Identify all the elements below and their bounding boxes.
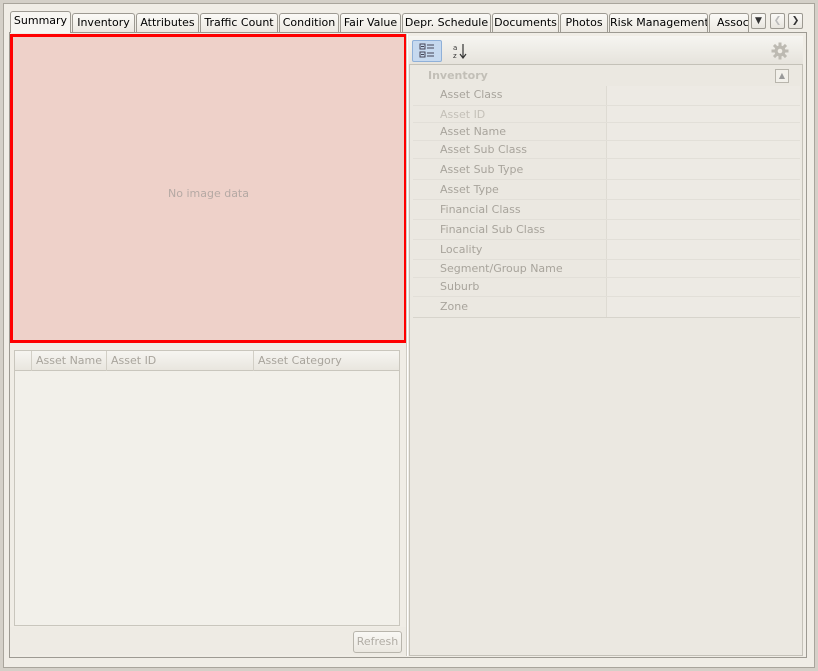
refresh-button[interactable]: Refresh	[353, 631, 402, 653]
property-row[interactable]: Asset Class	[413, 86, 800, 106]
tab-summary[interactable]: Summary	[10, 11, 71, 33]
chevron-down-icon: ▼	[755, 16, 762, 26]
gear-icon	[771, 42, 789, 60]
property-row[interactable]: Suburb	[413, 278, 800, 297]
property-list-bottom-border	[413, 317, 800, 318]
categorized-view-button[interactable]	[412, 40, 442, 62]
property-row[interactable]: Financial Class	[413, 200, 800, 220]
property-label: Suburb	[440, 280, 480, 293]
property-row[interactable]: Segment/Group Name	[413, 260, 800, 278]
asset-grid[interactable]: Asset Name Asset ID Asset Category	[14, 350, 400, 626]
property-value[interactable]	[606, 200, 800, 219]
property-row[interactable]: Asset Sub Type	[413, 159, 800, 180]
property-row[interactable]: Zone	[413, 297, 800, 317]
property-row[interactable]: Asset Type	[413, 180, 800, 200]
collapse-up-icon: ▲	[778, 71, 786, 80]
property-label: Asset Name	[440, 125, 507, 138]
tab-risk-management[interactable]: Risk Management	[609, 13, 708, 32]
tab-scroll-left[interactable]: ❮	[770, 13, 785, 29]
left-footer	[10, 627, 406, 655]
column-asset-name[interactable]: Asset Name	[32, 351, 107, 371]
property-value[interactable]	[606, 106, 800, 122]
property-value[interactable]	[606, 297, 800, 317]
tab-depr-schedule[interactable]: Depr. Schedule	[402, 13, 491, 32]
grid-header: Asset Name Asset ID Asset Category	[15, 351, 399, 371]
property-label: Asset Sub Class	[440, 143, 527, 156]
property-label: Asset Sub Type	[440, 163, 524, 176]
no-image-text: No image data	[168, 187, 249, 200]
property-label: Segment/Group Name	[440, 262, 563, 275]
column-asset-category[interactable]: Asset Category	[254, 351, 399, 371]
tab-scroll-right[interactable]: ❯	[788, 13, 803, 29]
tab-fair-value[interactable]: Fair Value	[340, 13, 401, 32]
property-value[interactable]	[606, 278, 800, 296]
property-label: Financial Sub Class	[440, 223, 546, 236]
tab-documents[interactable]: Documents	[492, 13, 559, 32]
property-row[interactable]: Asset Name	[413, 123, 800, 141]
property-row[interactable]: Locality	[413, 240, 800, 260]
property-label: Locality	[440, 243, 483, 256]
property-row[interactable]: Financial Sub Class	[413, 220, 800, 240]
collapse-section-button[interactable]: ▲	[775, 69, 789, 83]
settings-button[interactable]	[771, 42, 789, 60]
asset-image-panel: No image data	[10, 34, 407, 343]
svg-text:z: z	[453, 52, 457, 60]
chevron-right-icon: ❯	[791, 16, 800, 26]
column-asset-id[interactable]: Asset ID	[107, 351, 254, 371]
tab-inventory[interactable]: Inventory	[72, 13, 135, 32]
categorized-view-icon	[419, 43, 434, 58]
sort-alphabetical-icon: a z	[453, 44, 467, 60]
property-value[interactable]	[606, 260, 800, 277]
property-row[interactable]: Asset ID	[413, 106, 800, 123]
section-title: Inventory	[428, 69, 488, 82]
property-row[interactable]: Asset Sub Class	[413, 141, 800, 159]
property-label: Asset ID	[440, 108, 486, 121]
property-value[interactable]	[606, 240, 800, 259]
pane-splitter[interactable]	[406, 34, 408, 656]
property-value[interactable]	[606, 141, 800, 158]
property-label: Asset Class	[440, 88, 503, 101]
property-label: Financial Class	[440, 203, 521, 216]
tab-attributes[interactable]: Attributes	[136, 13, 199, 32]
property-value[interactable]	[606, 220, 800, 239]
sort-alphabetical-button[interactable]: a z	[445, 40, 475, 62]
chevron-left-icon: ❮	[773, 16, 782, 26]
property-value[interactable]	[606, 159, 800, 179]
svg-text:a: a	[453, 44, 457, 52]
property-value[interactable]	[606, 180, 800, 199]
tab-photos[interactable]: Photos	[560, 13, 608, 32]
property-label: Asset Type	[440, 183, 499, 196]
tab-associations[interactable]: Associ	[709, 13, 749, 32]
property-label: Zone	[440, 300, 469, 313]
property-value[interactable]	[606, 86, 800, 105]
tab-list-dropdown[interactable]: ▼	[751, 13, 766, 29]
tab-traffic-count[interactable]: Traffic Count	[200, 13, 278, 32]
property-value[interactable]	[606, 123, 800, 140]
tab-condition[interactable]: Condition	[279, 13, 339, 32]
tab-strip: Summary Inventory Attributes Traffic Cou…	[8, 10, 808, 33]
grid-row-header	[15, 351, 32, 371]
property-list: Asset Class Asset ID Asset Name Asset Su…	[413, 86, 800, 317]
